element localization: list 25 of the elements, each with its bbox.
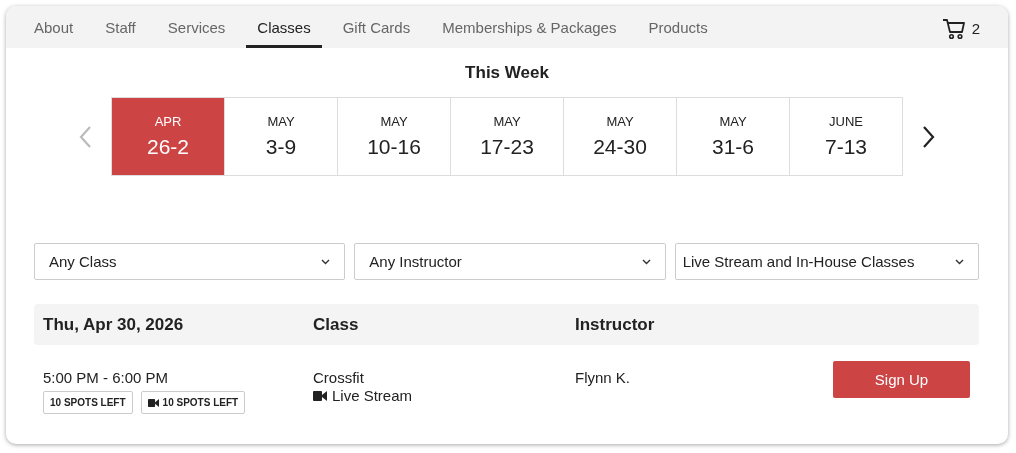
cart-icon[interactable] — [941, 17, 966, 40]
class-name: Crossfit — [313, 369, 365, 386]
instructor-name: Flynn K. — [575, 369, 632, 386]
week-tab[interactable]: APR 26-2 — [112, 98, 224, 175]
session-time: 5:00 PM - 6:00 PM — [43, 369, 170, 386]
nav-tab[interactable]: Gift Cards — [331, 6, 422, 48]
nav-tab[interactable]: Staff — [94, 6, 147, 48]
column-header: Class — [313, 314, 360, 335]
chevron-down-icon — [955, 258, 964, 265]
class-mode: Live Stream — [332, 387, 413, 404]
video-camera-icon — [147, 398, 159, 407]
nav-tab[interactable]: Products — [637, 6, 719, 48]
cart-count: 2 — [971, 20, 980, 37]
video-camera-icon — [313, 390, 327, 401]
nav-tab[interactable]: Services — [156, 6, 237, 48]
nav-tab[interactable]: Memberships & Packages — [431, 6, 628, 48]
nav-tab[interactable]: About — [23, 6, 85, 48]
nav-tab[interactable]: Classes — [246, 6, 322, 48]
spots-badge: 10 SPOTS LEFT — [43, 391, 133, 414]
date-heading: Thu, Apr 30, 2026 — [43, 314, 185, 335]
sign-up-button[interactable]: Sign Up — [833, 361, 970, 398]
column-header: Instructor — [575, 314, 656, 335]
spots-badge: 10 SPOTS LEFT — [140, 391, 246, 414]
filter-dropdown[interactable]: Any Class — [34, 243, 346, 280]
section-title: This Week — [464, 63, 550, 83]
